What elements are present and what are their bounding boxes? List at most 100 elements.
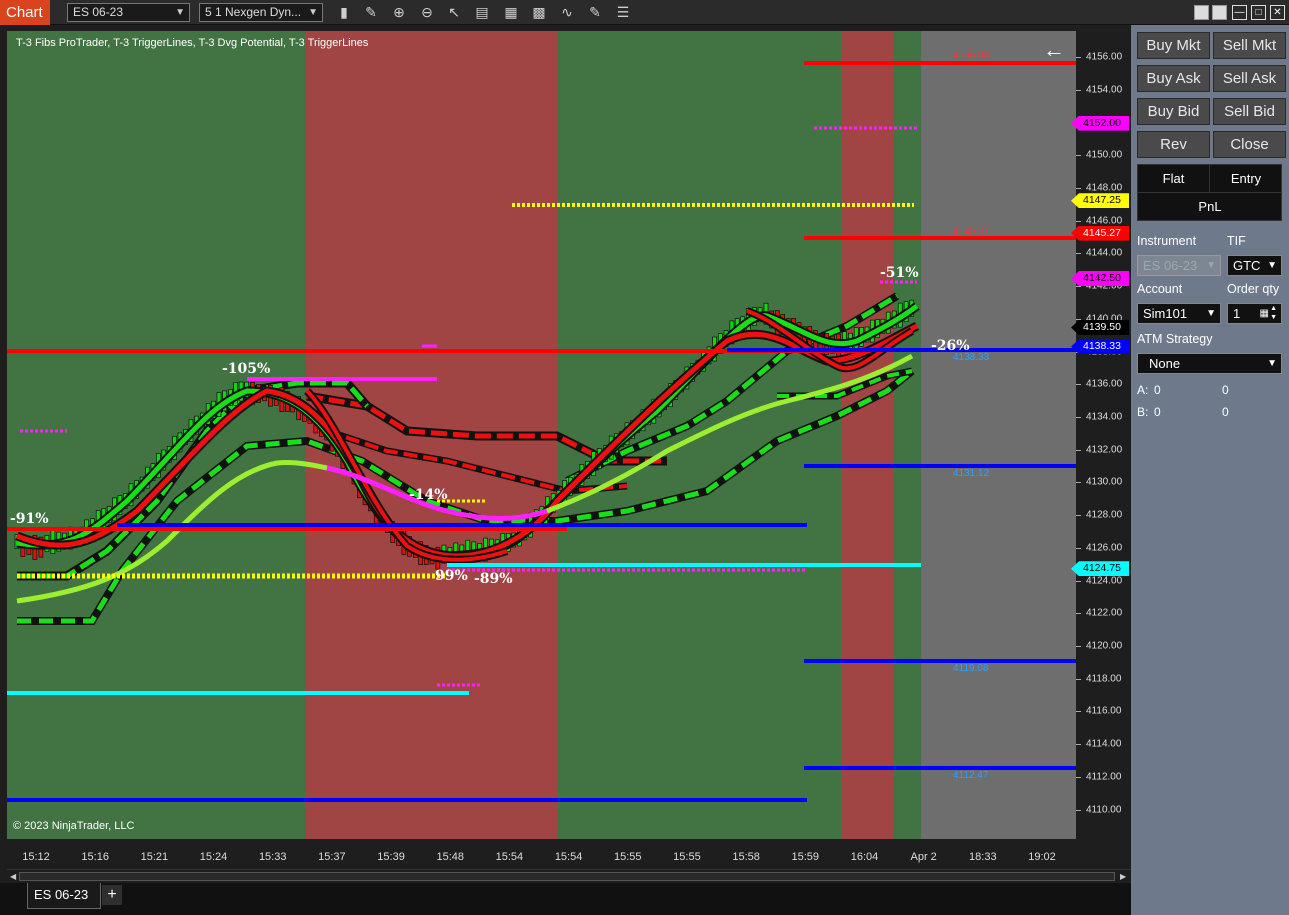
tif-select-value: GTC xyxy=(1233,258,1261,273)
time-tick-label: 15:54 xyxy=(495,851,524,863)
price-tick xyxy=(1076,57,1081,59)
divergence-label: 99% xyxy=(435,568,468,584)
price-tick xyxy=(1076,155,1081,157)
price-tick xyxy=(1076,711,1081,713)
price-chart[interactable]: 4156.08 4145.27 4138.33 4131.12 4119.08 … xyxy=(7,31,1076,839)
tif-select[interactable]: GTC ▼ xyxy=(1227,255,1282,276)
price-tick-label: 4136.00 xyxy=(1086,378,1123,390)
sell-bid-button[interactable]: Sell Bid xyxy=(1213,98,1286,125)
zoom-in-icon[interactable]: ⊕ xyxy=(389,3,409,22)
reverse-button[interactable]: Rev xyxy=(1137,131,1210,158)
instrument-select-value: ES 06-23 xyxy=(1143,258,1198,273)
chart-trader-icon[interactable]: ▦ xyxy=(501,3,521,22)
order-qty-input[interactable]: 1 ▦ ▲ ▼ xyxy=(1227,303,1282,324)
price-flag: 4139.50 xyxy=(1071,320,1129,336)
data-box-icon[interactable]: ▤ xyxy=(472,3,492,22)
price-tick xyxy=(1076,220,1081,222)
price-tick-label: 4122.00 xyxy=(1086,607,1123,619)
price-tick xyxy=(1076,482,1081,484)
bar-type-icon[interactable]: ▮ xyxy=(334,3,354,22)
entry-button[interactable]: Entry xyxy=(1210,165,1282,193)
buy-bid-button[interactable]: Buy Bid xyxy=(1137,98,1210,125)
price-tick xyxy=(1076,580,1081,582)
indicators-icon[interactable]: ∿ xyxy=(557,3,577,22)
close-icon[interactable]: ✕ xyxy=(1270,5,1285,20)
time-tick-label: 19:02 xyxy=(1028,851,1056,863)
sell-market-button[interactable]: Sell Mkt xyxy=(1213,32,1286,59)
chevron-down-icon: ▼ xyxy=(308,7,318,18)
price-tick-label: 4120.00 xyxy=(1086,640,1123,652)
top-toolbar: Chart ES 06-23 ▼ 5 1 Nexgen Dyn... ▼ ▮ ✎… xyxy=(0,0,1289,25)
a-value-2: 0 xyxy=(1222,383,1229,397)
price-axis[interactable]: 4156.004154.004152.004150.004148.004146.… xyxy=(1076,31,1131,839)
time-tick-label: 15:39 xyxy=(377,851,405,863)
time-tick-label: 15:21 xyxy=(140,851,169,863)
price-tick-label: 4130.00 xyxy=(1086,476,1123,488)
flat-button[interactable]: Flat xyxy=(1138,165,1210,193)
price-flag: 4147.25 xyxy=(1071,193,1129,209)
price-tick-label: 4110.00 xyxy=(1086,804,1122,816)
chart-window: Chart ES 06-23 ▼ 5 1 Nexgen Dyn... ▼ ▮ ✎… xyxy=(0,0,1289,915)
price-tick xyxy=(1076,515,1081,517)
chart-template-selector[interactable]: 5 1 Nexgen Dyn... ▼ xyxy=(199,3,323,22)
price-tick-label: 4128.00 xyxy=(1086,509,1123,521)
b-label: B: xyxy=(1137,405,1149,419)
price-flag: 4142.50 xyxy=(1071,270,1129,286)
time-axis[interactable]: 15:12 15:16 15:21 15:24 15:33 15:37 15:39 15:48… xyxy=(7,839,1076,869)
properties-icon[interactable]: ✎ xyxy=(585,3,605,22)
time-tick-label: 15:33 xyxy=(258,851,287,863)
pin-icon[interactable] xyxy=(1194,5,1209,20)
menu-icon[interactable]: ☰ xyxy=(613,3,633,22)
buy-market-button[interactable]: Buy Mkt xyxy=(1137,32,1210,59)
price-tick xyxy=(1076,776,1081,778)
price-tick-label: 4134.00 xyxy=(1086,411,1123,423)
b-value-1: 0 xyxy=(1154,405,1161,419)
price-tick-label: 4116.00 xyxy=(1086,705,1122,717)
pnl-display[interactable]: PnL xyxy=(1138,193,1282,221)
stepper-arrows-icon[interactable]: ▲ ▼ xyxy=(1270,304,1277,322)
b-value-2: 0 xyxy=(1222,405,1229,419)
red-zone xyxy=(841,31,894,839)
strategies-icon[interactable]: ▩ xyxy=(529,3,549,22)
price-tick xyxy=(1076,188,1081,190)
account-select[interactable]: Sim101 ▼ xyxy=(1137,303,1221,324)
tab-es-06-23[interactable]: ES 06-23 xyxy=(27,883,101,909)
chart-window-tab[interactable]: Chart xyxy=(0,0,50,25)
scroll-thumb[interactable] xyxy=(19,872,1115,881)
price-tick-label: 4118.00 xyxy=(1086,673,1122,685)
back-arrow-icon[interactable]: ← xyxy=(1043,39,1065,61)
price-tick-label: 4132.00 xyxy=(1086,444,1123,456)
price-flag: 4124.75 xyxy=(1071,561,1129,577)
calculator-icon[interactable]: ▦ xyxy=(1260,304,1269,323)
zoom-out-icon[interactable]: ⊖ xyxy=(417,3,437,22)
add-tab-button[interactable]: + xyxy=(102,885,122,905)
horizontal-scrollbar[interactable]: ◀ ▶ xyxy=(7,869,1131,883)
chart-panel[interactable]: 4156.08 4145.27 4138.33 4131.12 4119.08 … xyxy=(7,31,1076,839)
price-tick xyxy=(1076,286,1081,288)
price-tick xyxy=(1076,417,1081,418)
link-icon[interactable] xyxy=(1212,5,1227,20)
price-tick-label: 4112.00 xyxy=(1086,771,1122,783)
tab-bar: ES 06-23 + xyxy=(0,883,1131,915)
scroll-left-icon[interactable]: ◀ xyxy=(10,870,16,883)
drawing-pencil-icon[interactable]: ✎ xyxy=(361,3,381,22)
level-label: 4156.08 xyxy=(953,50,990,61)
pointer-icon[interactable]: ↖ xyxy=(444,3,464,22)
level-label: 4145.27 xyxy=(953,226,990,237)
chart-template-value: 5 1 Nexgen Dyn... xyxy=(205,5,302,19)
chevron-down-icon: ▼ xyxy=(175,7,185,18)
buy-ask-button[interactable]: Buy Ask xyxy=(1137,65,1210,92)
chevron-down-icon: ▼ xyxy=(1267,358,1277,369)
sell-ask-button[interactable]: Sell Ask xyxy=(1213,65,1286,92)
price-tick xyxy=(1076,384,1081,386)
copyright-text: © 2023 NinjaTrader, LLC xyxy=(13,820,135,832)
scroll-right-icon[interactable]: ▶ xyxy=(1120,870,1126,883)
time-tick-label: 15:48 xyxy=(436,851,464,863)
atm-strategy-select[interactable]: None ▼ xyxy=(1137,353,1282,374)
minimize-icon[interactable]: — xyxy=(1232,5,1247,20)
instrument-selector[interactable]: ES 06-23 ▼ xyxy=(67,3,190,22)
maximize-icon[interactable]: □ xyxy=(1251,5,1266,20)
price-flag: 4145.27 xyxy=(1071,225,1129,241)
chevron-down-icon: ▼ xyxy=(1267,260,1277,271)
close-position-button[interactable]: Close xyxy=(1213,131,1286,158)
